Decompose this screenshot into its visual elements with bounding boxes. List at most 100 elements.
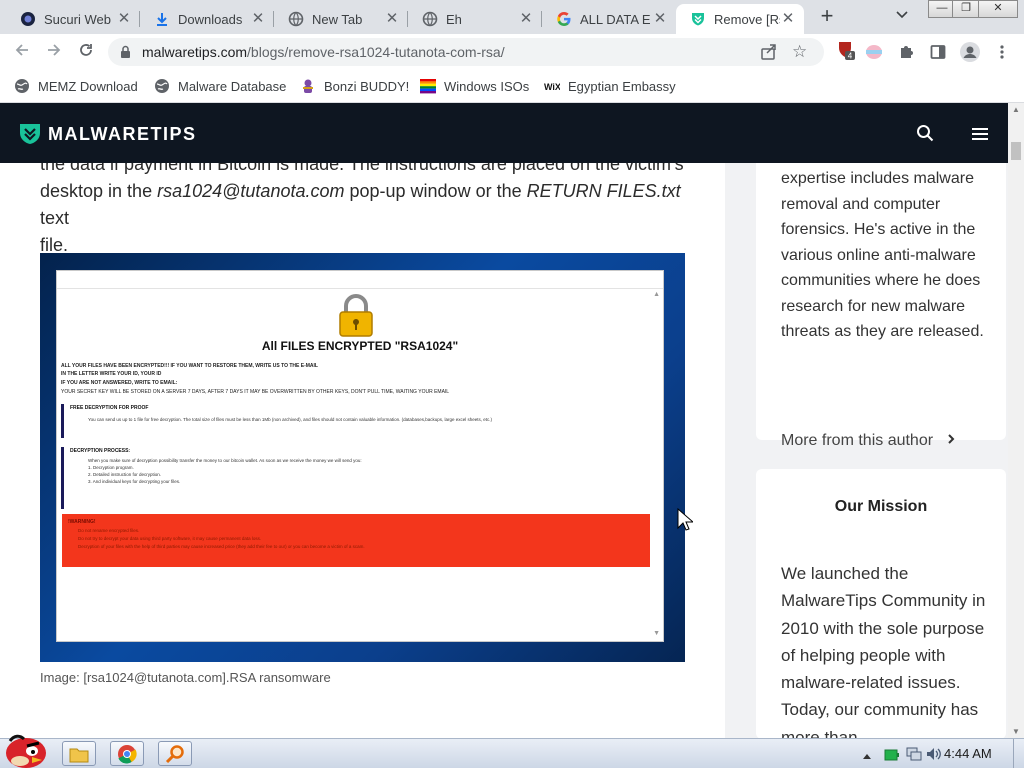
close-tab-icon[interactable]: ✕ [780,11,796,27]
article-emphasis: rsa1024@tutanota.com [157,181,345,201]
bookmark-egyptian-embassy[interactable]: WiX Egyptian Embassy [544,76,676,96]
close-tab-icon[interactable]: ✕ [518,11,534,27]
extension-badge-count: 4 [848,52,853,61]
site-logo[interactable]: MALWARETIPS [18,122,197,146]
tab-title: Downloads [178,11,243,27]
back-button[interactable] [10,40,34,64]
chrome-menu-icon[interactable] [992,42,1012,62]
new-tab-button[interactable]: + [816,5,838,28]
ransom-warning-item: Decryption of your files with the help o… [78,544,365,549]
taskbar-explorer-button[interactable] [62,741,96,766]
tab-remove-rsa[interactable]: Remove [Rs ✕ [676,4,804,34]
mission-text: We launched the MalwareTips Community in… [781,564,986,738]
chevron-up-icon: ▲ [653,291,660,298]
ransom-section-heading: FREE DECRYPTION FOR PROOF [70,405,149,411]
tab-eh[interactable]: Eh ✕ [408,4,542,34]
magnifier-app-icon [165,744,184,763]
bookmark-label: Windows ISOs [444,78,530,94]
lock-icon[interactable] [120,45,131,63]
bookmark-windows-isos[interactable]: Windows ISOs [420,76,529,96]
show-desktop-button[interactable] [1013,739,1024,768]
bookmark-memz[interactable]: MEMZ Download [14,76,138,96]
chrome-icon [118,744,137,763]
globe-icon [288,11,304,27]
sucuri-icon [20,11,36,27]
tab-sucuri[interactable]: Sucuri Web ✕ [6,4,140,34]
svg-text:WiX: WiX [544,82,560,92]
ransom-decryption-process-section: DECRYPTION PROCESS: When you make sure o… [61,447,651,509]
forward-arrow-icon [48,44,61,56]
bookmarks-bar: MEMZ Download Malware Database Bonzi BUD… [0,70,1024,103]
scrollbar-thumb[interactable] [1011,142,1021,160]
image-caption: Image: [rsa1024@tutanota.com].RSA ransom… [40,670,331,685]
extensions-puzzle-icon[interactable] [896,42,916,62]
reload-icon [80,44,92,56]
ransom-intro-line: ALL YOUR FILES HAVE BEEN ENCRYPTED!!! IF… [61,363,318,369]
tray-expand-icon[interactable] [862,747,872,765]
search-icon[interactable] [916,124,934,147]
side-panel-icon[interactable] [928,42,948,62]
ransom-warning-item: Do not try to decrypt your data using th… [78,536,262,541]
bookmark-bonzi-buddy[interactable]: Bonzi BUDDY! [300,76,409,96]
close-tab-icon[interactable]: ✕ [250,11,266,27]
article-text: text [40,208,70,228]
globe-icon [154,78,170,94]
tab-downloads[interactable]: Downloads ✕ [140,4,274,34]
url-text: malwaretips.com/blogs/remove-rsa1024-tut… [142,44,505,60]
malwaretips-logo-icon [20,124,40,144]
bookmark-star-icon[interactable]: ☆ [792,42,807,62]
globe-icon [14,78,30,94]
network-icon[interactable] [906,747,922,766]
chevron-right-icon [947,434,954,444]
taskbar-clock[interactable]: 4:44 AM [944,746,992,761]
tab-all-data[interactable]: ALL DATA E ✕ [542,4,676,34]
site-header: MALWARETIPS [0,103,1008,163]
ransom-intro-line: IF YOU ARE NOT ANSWERED, WRITE TO EMAIL: [61,380,178,386]
download-icon [154,11,170,27]
ransom-note-title: All FILES ENCRYPTED "RSA1024" [261,339,459,353]
folder-icon [69,748,89,762]
close-tab-icon[interactable]: ✕ [384,11,400,27]
scroll-down-icon[interactable]: ▼ [1012,727,1020,736]
close-tab-icon[interactable]: ✕ [116,11,132,27]
address-bar[interactable]: malwaretips.com/blogs/remove-rsa1024-tut… [108,38,824,66]
globe-icon [422,11,438,27]
bookmark-label: Malware Database [178,78,287,94]
reload-button[interactable] [74,40,98,64]
close-tab-icon[interactable]: ✕ [652,11,668,27]
bookmark-malware-database[interactable]: Malware Database [154,76,286,96]
web-page: the data if payment in Bitcoin is made. … [0,103,1008,738]
ransomware-screenshot-image[interactable]: ▲ ▼ All FILES ENCRYPTED "RSA1024" ALL YO… [40,253,685,662]
ransom-intro-line: YOUR SECRET KEY WILL BE STORED ON A SERV… [61,389,450,395]
forward-button[interactable] [42,40,66,64]
site-logo-text: MALWARETIPS [48,123,197,144]
battery-icon[interactable] [884,748,900,766]
article-panel: the data if payment in Bitcoin is made. … [0,103,725,738]
close-window-button[interactable]: ✕ [978,0,1018,18]
article-line: desktop in the rsa1024@tutanota.com pop-… [40,178,700,232]
scroll-up-icon[interactable]: ▲ [1012,105,1020,114]
extension-shield-icon[interactable]: 4 [836,40,856,60]
more-from-author-link[interactable]: More from this author [781,432,958,450]
mouse-cursor-icon [677,507,695,537]
volume-icon[interactable] [926,747,942,766]
profile-avatar-icon[interactable] [960,42,980,62]
chevron-down-icon: ▼ [653,630,660,637]
ransom-warning-box: !WARNING! Do not rename encrypted files.… [62,514,650,567]
tab-search-chevron-icon[interactable] [896,8,908,22]
back-arrow-icon [15,44,28,56]
share-icon[interactable] [760,43,778,66]
restore-button[interactable]: ❐ [952,0,980,18]
ransom-note-titlebar [57,271,663,289]
hamburger-menu-icon[interactable] [971,127,989,146]
page-scrollbar[interactable]: ▲ ▼ [1008,103,1024,738]
taskbar-chrome-button[interactable] [110,741,144,766]
taskbar: 4:44 AM [0,734,1024,768]
extension-flag-icon[interactable] [864,42,884,62]
ransom-intro-line: IN THE LETTER WRITE YOUR ID, YOUR ID [61,371,162,377]
taskbar-search-app-button[interactable] [158,741,192,766]
start-button-angry-bird-icon[interactable] [2,731,50,768]
tab-title: New Tab [312,11,363,27]
tab-new-tab[interactable]: New Tab ✕ [274,4,408,34]
ransom-note-window: ▲ ▼ All FILES ENCRYPTED "RSA1024" ALL YO… [56,270,664,642]
